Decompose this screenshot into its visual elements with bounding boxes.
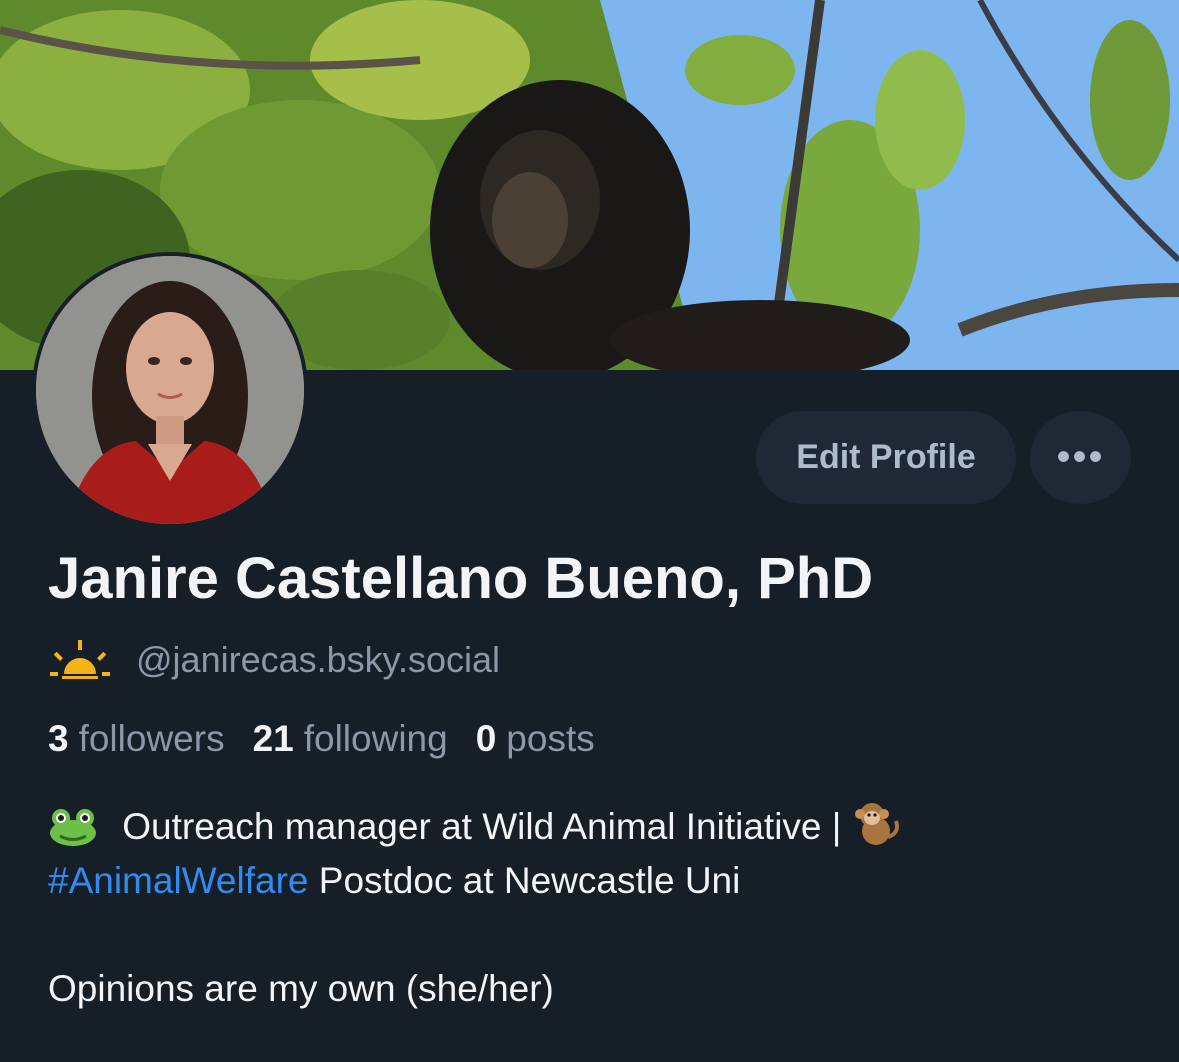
posts-count: 0 xyxy=(475,718,497,759)
monkey-emoji-icon xyxy=(854,803,899,845)
followers-label: followers xyxy=(78,718,225,759)
edit-profile-button[interactable]: Edit Profile xyxy=(756,411,1016,504)
bio-line-1: Outreach manager at Wild Animal Initiati… xyxy=(48,800,1148,854)
profile-photo-icon xyxy=(36,256,304,524)
sunrise-icon xyxy=(50,640,110,679)
bio-text-1: Outreach manager at Wild Animal Initiati… xyxy=(122,806,852,847)
bio-line-3: Opinions are my own (she/her) xyxy=(48,968,554,1009)
bio-text-2: Postdoc at Newcastle Uni xyxy=(308,860,741,901)
handle[interactable]: @janirecas.bsky.social xyxy=(136,639,500,681)
bio-line-2: #AnimalWelfare Postdoc at Newcastle Uni xyxy=(48,854,1148,908)
handle-row: @janirecas.bsky.social xyxy=(48,636,500,684)
more-options-button[interactable]: ••• xyxy=(1030,411,1131,504)
profile-bio: Outreach manager at Wild Animal Initiati… xyxy=(48,800,1148,1016)
posts-stat: 0 posts xyxy=(476,718,595,760)
profile-stats: 3 followers 21 following 0 posts xyxy=(48,718,623,760)
following-count: 21 xyxy=(252,718,294,759)
more-options-icon: ••• xyxy=(1056,435,1105,479)
followers-count: 3 xyxy=(48,718,69,759)
followers-stat[interactable]: 3 followers xyxy=(48,718,225,760)
following-stat[interactable]: 21 following xyxy=(253,718,448,760)
bio-blank-line xyxy=(48,908,1148,962)
frog-emoji-icon xyxy=(50,809,96,846)
hashtag-link[interactable]: #AnimalWelfare xyxy=(48,860,308,901)
following-label: following xyxy=(303,718,448,759)
avatar[interactable] xyxy=(32,252,308,528)
posts-label: posts xyxy=(506,718,595,759)
display-name: Janire Castellano Bueno, PhD xyxy=(48,546,874,611)
